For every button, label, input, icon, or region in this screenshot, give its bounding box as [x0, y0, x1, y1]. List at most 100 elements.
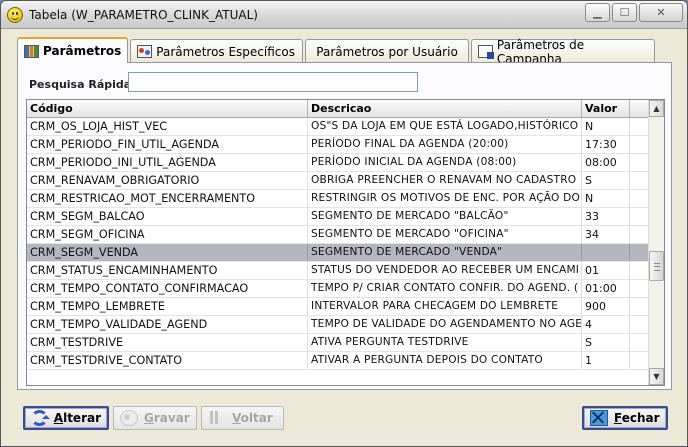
cell-codigo[interactable]: CRM_OS_LOJA_HIST_VEC — [27, 118, 308, 135]
maximize-button[interactable]: ☐ — [612, 3, 637, 22]
minimize-button[interactable]: ▁ — [585, 3, 610, 22]
cell-descricao[interactable]: SEGMENTO DE MERCADO "OFICINA" — [308, 226, 582, 243]
fechar-button[interactable]: Fechar — [582, 406, 668, 430]
column-header-descricao[interactable]: Descricao — [308, 100, 582, 117]
column-header-valor[interactable]: Valor — [582, 100, 630, 117]
cell-codigo[interactable]: CRM_SEGM_BALCAO — [27, 208, 308, 225]
table-row[interactable]: CRM_RESTRICAO_MOT_ENCERRAMENTO RESTRINGIR… — [27, 190, 649, 208]
cell-descricao[interactable]: TEMPO DE VALIDADE DO AGENDAMENTO NO AGE — [308, 316, 582, 333]
scroll-down-button[interactable]: ▼ — [649, 368, 664, 385]
cell-valor[interactable]: S — [582, 172, 630, 189]
cell-codigo[interactable]: CRM_SEGM_OFICINA — [27, 226, 308, 243]
window-controls: ▁ ☐ ✕ — [585, 3, 683, 22]
cell-codigo[interactable]: CRM_TEMPO_VALIDADE_AGEND — [27, 316, 308, 333]
alterar-button[interactable]: Alterar — [23, 406, 109, 430]
cell-valor[interactable]: N — [582, 190, 630, 207]
cell-codigo[interactable]: CRM_PERIODO_FIN_UTIL_AGENDA — [27, 136, 308, 153]
table-row[interactable]: CRM_TESTDRIVE ATIVA PERGUNTA TESTDRIVE S — [27, 334, 649, 352]
close-x-icon — [590, 410, 608, 426]
table-row[interactable]: CRM_TEMPO_LEMBRETE INTERVALOR PARA CHECAG… — [27, 298, 649, 316]
cell-codigo[interactable]: CRM_TESTDRIVE_CONTATO — [27, 352, 308, 369]
cell-descricao[interactable]: OS"S DA LOJA EM QUE ESTÁ LOGADO,HISTÓRIC… — [308, 118, 582, 135]
refresh-icon — [31, 410, 50, 426]
cell-descricao[interactable]: ATIVA PERGUNTA TESTDRIVE — [308, 334, 582, 351]
table-row[interactable]: CRM_PERIODO_FIN_UTIL_AGENDA PERÍODO FINAL… — [27, 136, 649, 154]
cell-valor[interactable]: 08:00 — [582, 154, 630, 171]
table-row[interactable]: CRM_OS_LOJA_HIST_VEC OS"S DA LOJA EM QUE … — [27, 118, 649, 136]
cell-valor[interactable]: 900 — [582, 298, 630, 315]
cell-codigo[interactable]: CRM_TEMPO_CONTATO_CONFIRMACAO — [27, 280, 308, 297]
cell-codigo[interactable]: CRM_RESTRICAO_MOT_ENCERRAMENTO — [27, 190, 308, 207]
cell-descricao[interactable]: RESTRINGIR OS MOTIVOS DE ENC. POR AÇÃO D… — [308, 190, 582, 207]
fechar-label: Fechar — [614, 411, 660, 425]
cell-descricao[interactable]: INTERVALOR PARA CHECAGEM DO LEMBRETE — [308, 298, 582, 315]
tab-parametros-de-campanha[interactable]: Parâmetros de Campanha — [471, 38, 656, 66]
specific-params-icon — [137, 45, 153, 58]
cell-descricao[interactable]: SEGMENTO DE MERCADO "BALCÃO" — [308, 208, 582, 225]
tab-label: Parâmetros — [43, 44, 122, 58]
scroll-up-button[interactable]: ▲ — [649, 100, 664, 117]
cell-codigo[interactable]: CRM_RENAVAM_OBRIGATORIO — [27, 172, 308, 189]
table-row[interactable]: CRM_TEMPO_VALIDADE_AGEND TEMPO DE VALIDAD… — [27, 316, 649, 334]
table-row[interactable]: CRM_RENAVAM_OBRIGATORIO OBRIGA PREENCHER … — [27, 172, 649, 190]
cell-valor[interactable]: N — [582, 118, 630, 135]
tab-label: Parâmetros por Usuário — [316, 44, 458, 59]
close-button[interactable]: ✕ — [639, 3, 683, 22]
cell-codigo[interactable]: CRM_SEGM_VENDA — [27, 244, 308, 261]
parameters-grid: Código Descricao Valor CRM_OS_LOJA_HIST_… — [26, 99, 665, 386]
tab-label: Parâmetros Específicos — [156, 44, 295, 59]
tab-parametros-por-usuario[interactable]: Parâmetros por Usuário — [305, 39, 470, 63]
cell-descricao[interactable]: STATUS DO VENDEDOR AO RECEBER UM ENCAMI — [308, 262, 582, 279]
column-header-codigo[interactable]: Código — [27, 100, 308, 117]
voltar-button[interactable]: Voltar — [201, 406, 284, 430]
cell-codigo[interactable]: CRM_TESTDRIVE — [27, 334, 308, 351]
scroll-thumb[interactable] — [649, 251, 664, 281]
cell-valor[interactable]: 33 — [582, 208, 630, 225]
tab-parametros[interactable]: Parâmetros — [17, 37, 129, 63]
tab-panel: Pesquisa Rápida Código Descricao Valor C… — [17, 62, 672, 390]
table-row[interactable]: CRM_TESTDRIVE_CONTATO ATIVAR A PERGUNTA D… — [27, 352, 649, 370]
alterar-label: Alterar — [53, 411, 101, 425]
pause-icon — [208, 410, 226, 426]
cell-descricao[interactable]: ATIVAR A PERGUNTA DEPOIS DO CONTATO — [308, 352, 582, 369]
smiley-app-icon — [7, 6, 23, 23]
save-icon — [120, 410, 138, 426]
cell-valor[interactable]: 1 — [582, 352, 630, 369]
table-row[interactable]: CRM_SEGM_OFICINA SEGMENTO DE MERCADO "OFI… — [27, 226, 649, 244]
cell-descricao[interactable]: PERÍODO INICIAL DA AGENDA (08:00) — [308, 154, 582, 171]
title-bar: Tabela (W_PARAMETRO_CLINK_ATUAL) ▁ ☐ ✕ — [1, 1, 687, 29]
table-row[interactable]: CRM_STATUS_ENCAMINHAMENTO STATUS DO VENDE… — [27, 262, 649, 280]
main-window: Tabela (W_PARAMETRO_CLINK_ATUAL) ▁ ☐ ✕ P… — [0, 0, 688, 447]
cell-valor[interactable]: 34 — [582, 226, 630, 243]
cell-valor[interactable]: S — [582, 334, 630, 351]
window-title: Tabela (W_PARAMETRO_CLINK_ATUAL) — [29, 7, 258, 22]
tab-strip: Parâmetros Parâmetros Específicos Parâme… — [17, 37, 657, 66]
cell-descricao[interactable]: SEGMENTO DE MERCADO "VENDA" — [308, 244, 582, 261]
cell-codigo[interactable]: CRM_PERIODO_INI_UTIL_AGENDA — [27, 154, 308, 171]
search-input[interactable] — [128, 72, 418, 92]
cell-valor[interactable]: 01:00 — [582, 280, 630, 297]
table-row[interactable]: CRM_SEGM_VENDA SEGMENTO DE MERCADO "VENDA… — [27, 244, 649, 262]
cell-codigo[interactable]: CRM_TEMPO_LEMBRETE — [27, 298, 308, 315]
voltar-label: Voltar — [232, 411, 273, 425]
cell-valor[interactable]: 01 — [582, 262, 630, 279]
cell-descricao[interactable]: PERÍODO FINAL DA AGENDA (20:00) — [308, 136, 582, 153]
parameters-icon — [24, 44, 39, 58]
cell-valor[interactable]: 4 — [582, 316, 630, 333]
campaign-icon — [478, 45, 494, 59]
gravar-button[interactable]: Gravar — [113, 406, 197, 430]
grid-header: Código Descricao Valor — [27, 100, 664, 118]
tab-parametros-especificos[interactable]: Parâmetros Específicos — [130, 39, 304, 63]
cell-valor[interactable]: 17:30 — [582, 136, 630, 153]
vertical-scrollbar[interactable]: ▲ ▼ — [648, 100, 664, 385]
cell-codigo[interactable]: CRM_STATUS_ENCAMINHAMENTO — [27, 262, 308, 279]
table-row[interactable]: CRM_PERIODO_INI_UTIL_AGENDA PERÍODO INICI… — [27, 154, 649, 172]
grid-rows: CRM_OS_LOJA_HIST_VEC OS"S DA LOJA EM QUE … — [27, 118, 649, 370]
search-label: Pesquisa Rápida — [29, 78, 132, 91]
cell-descricao[interactable]: TEMPO P/ CRIAR CONTATO CONFIR. DO AGEND.… — [308, 280, 582, 297]
cell-descricao[interactable]: OBRIGA PREENCHER O RENAVAM NO CADASTRO — [308, 172, 582, 189]
cell-valor[interactable] — [582, 244, 630, 261]
table-row[interactable]: CRM_SEGM_BALCAO SEGMENTO DE MERCADO "BALC… — [27, 208, 649, 226]
gravar-label: Gravar — [144, 411, 190, 425]
table-row[interactable]: CRM_TEMPO_CONTATO_CONFIRMACAO TEMPO P/ CR… — [27, 280, 649, 298]
